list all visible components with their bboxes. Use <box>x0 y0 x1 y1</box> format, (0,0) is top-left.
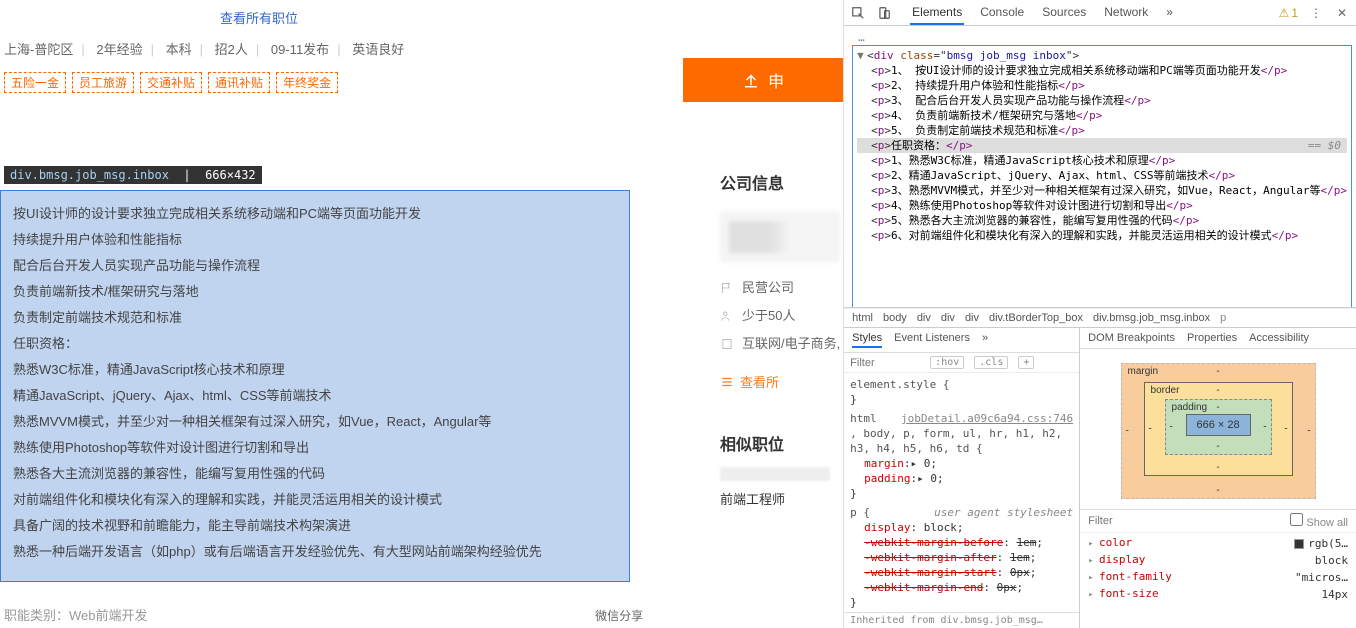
flag-icon <box>720 281 734 295</box>
tag: 交通补贴 <box>140 72 202 93</box>
css-rules[interactable]: element.style { } jobDetail.a09c6a94.css… <box>844 373 1079 612</box>
similar-job-item[interactable]: 前端工程师 <box>720 467 844 508</box>
styles-subtabs: Styles Event Listeners » <box>844 328 1079 353</box>
job-line: 具备广阔的技术视野和前瞻能力，能主导前端技术构架演进 <box>13 513 617 539</box>
tag: 员工旅游 <box>72 72 134 93</box>
kebab-menu-icon[interactable]: ⋮ <box>1308 5 1324 21</box>
subtab-eventlisteners[interactable]: Event Listeners <box>894 332 970 348</box>
job-category: 职能类别：Web前端开发 <box>4 605 148 624</box>
cls-toggle[interactable]: .cls <box>974 356 1008 369</box>
company-info-title: 公司信息 <box>720 170 844 194</box>
color-swatch <box>1294 539 1304 549</box>
upload-icon <box>742 71 760 89</box>
job-line: 对前端组件化和模块化有深入的理解和实践，并能灵活运用相关的设计模式 <box>13 487 617 513</box>
add-rule-button[interactable]: + <box>1018 356 1034 369</box>
box-model-content: 666 × 28 <box>1186 414 1251 436</box>
company-industry: 互联网/电子商务, <box>720 330 844 358</box>
subtab-accessibility[interactable]: Accessibility <box>1249 332 1309 344</box>
company-logo <box>720 212 840 262</box>
subtab-styles[interactable]: Styles <box>852 332 882 348</box>
selected-dom-node[interactable]: <p>任职资格：</p> <box>857 138 1347 153</box>
similar-jobs-title: 相似职位 <box>720 431 844 455</box>
box-model[interactable]: margin - - - - border - - - - padding <box>1080 349 1356 509</box>
page-content: 查看所有职位 上海-普陀区| 2年经验| 本科| 招2人| 09-11发布| 英… <box>0 0 844 628</box>
apply-button[interactable]: 申 <box>683 58 843 102</box>
devtools-toolbar: Elements Console Sources Network » ⚠ 1 ⋮… <box>844 0 1356 26</box>
inspect-icon[interactable] <box>850 5 866 21</box>
list-icon <box>720 375 734 389</box>
device-toggle-icon[interactable] <box>876 5 892 21</box>
wechat-share[interactable]: 微信分享 <box>595 607 643 624</box>
job-line: 精通JavaScript、jQuery、Ajax、html、CSS等前端技术 <box>13 383 617 409</box>
styles-pane: Styles Event Listeners » :hov .cls + ele… <box>844 328 1080 628</box>
computed-filter-input[interactable] <box>1088 515 1282 527</box>
job-line: 负责前端新技术/框架研究与落地 <box>13 279 617 305</box>
styles-filter-input[interactable] <box>850 357 920 369</box>
subtab-more[interactable]: » <box>982 332 988 348</box>
company-size: 少于50人 <box>720 302 844 330</box>
inspected-element-highlight: 按UI设计师的设计要求独立完成相关系统移动端和PC端等页面功能开发 持续提升用户… <box>0 190 630 582</box>
devtools-panel: Elements Console Sources Network » ⚠ 1 ⋮… <box>844 0 1356 628</box>
job-line: 按UI设计师的设计要求独立完成相关系统移动端和PC端等页面功能开发 <box>13 201 617 227</box>
users-icon <box>720 309 734 323</box>
computed-properties[interactable]: colorrgb(5… displayblock font-family"mic… <box>1080 533 1356 605</box>
dom-breadcrumb[interactable]: html body div div div div.tBorderTop_box… <box>844 308 1356 328</box>
tree-ellipsis: … <box>852 30 1352 45</box>
tag: 五险一金 <box>4 72 66 93</box>
view-all-jobs-link[interactable]: 查看所有职位 <box>0 0 843 33</box>
tag: 通讯补贴 <box>208 72 270 93</box>
inspector-tooltip: div.bmsg.job_msg.inbox | 666×432 <box>4 166 262 184</box>
job-line: 熟悉各大主流浏览器的兼容性，能编写复用性强的代码 <box>13 461 617 487</box>
job-line: 熟悉MVVM模式，并至少对一种相关框架有过深入研究，如Vue，React，Ang… <box>13 409 617 435</box>
job-line: 持续提升用户体验和性能指标 <box>13 227 617 253</box>
elements-tree[interactable]: … ▼<div class="bmsg job_msg inbox"> <p>1… <box>844 26 1356 308</box>
company-sidebar: 公司信息 民营公司 少于50人 互联网/电子商务, 查看所 相似职位 前端工程师 <box>720 170 844 508</box>
blurred-company <box>720 467 830 481</box>
show-all-checkbox[interactable]: Show all <box>1290 513 1348 529</box>
tab-console[interactable]: Console <box>978 1 1026 25</box>
job-line: 配合后台开发人员实现产品功能与操作流程 <box>13 253 617 279</box>
css-source-link[interactable]: jobDetail.a09c6a94.css:746 <box>901 411 1073 426</box>
job-line: 熟悉W3C标准，精通JavaScript核心技术和原理 <box>13 357 617 383</box>
company-type: 民营公司 <box>720 274 844 302</box>
tab-elements[interactable]: Elements <box>910 1 964 25</box>
job-line: 任职资格： <box>13 331 617 357</box>
tag: 年终奖金 <box>276 72 338 93</box>
job-line: 负责制定前端技术规范和标准 <box>13 305 617 331</box>
tab-sources[interactable]: Sources <box>1040 1 1088 25</box>
close-icon[interactable]: ✕ <box>1334 5 1350 21</box>
view-all-link[interactable]: 查看所 <box>720 372 844 391</box>
computed-pane: DOM Breakpoints Properties Accessibility… <box>1080 328 1356 628</box>
job-line: 熟练使用Photoshop等软件对设计图进行切割和导出 <box>13 435 617 461</box>
tab-more[interactable]: » <box>1164 1 1175 25</box>
subtab-dombp[interactable]: DOM Breakpoints <box>1088 332 1175 344</box>
job-line: 熟悉一种后端开发语言（如php）或有后端语言开发经验优先、有大型网站前端架构经验… <box>13 539 617 565</box>
building-icon <box>720 337 734 351</box>
warning-count[interactable]: ⚠ 1 <box>1279 6 1298 20</box>
subtab-properties[interactable]: Properties <box>1187 332 1237 344</box>
inherited-from: Inherited from div.bmsg.job_msg… <box>844 612 1079 628</box>
tab-network[interactable]: Network <box>1102 1 1150 25</box>
hov-toggle[interactable]: :hov <box>930 356 964 369</box>
